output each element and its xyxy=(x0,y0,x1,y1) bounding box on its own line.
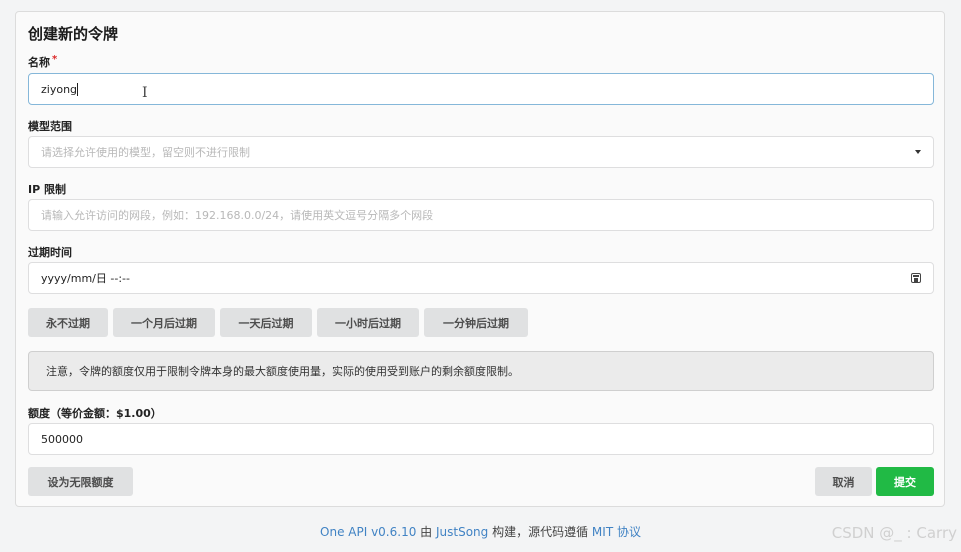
ibeam-cursor-icon: I xyxy=(142,85,148,101)
page-title: 创建新的令牌 xyxy=(28,25,119,43)
required-mark: * xyxy=(52,54,58,65)
ip-label: IP 限制 xyxy=(28,183,66,196)
quota-value: 500000 xyxy=(41,432,83,446)
one-minute-expire-button[interactable]: 一分钟后过期 xyxy=(424,308,528,337)
text-caret xyxy=(77,82,79,96)
quota-notice: 注意，令牌的额度仅用于限制令牌本身的最大额度使用量，实际的使用受到账户的剩余额度… xyxy=(28,351,934,391)
models-select[interactable]: 请选择允许使用的模型，留空则不进行限制 xyxy=(28,136,934,168)
quota-label: 额度（等价金额：$1.00） xyxy=(28,407,162,420)
one-day-expire-button[interactable]: 一天后过期 xyxy=(220,308,312,337)
product-link[interactable]: One API v0.6.10 xyxy=(320,525,416,539)
submit-button[interactable]: 提交 xyxy=(876,467,934,496)
one-hour-expire-button[interactable]: 一小时后过期 xyxy=(317,308,419,337)
footer-built: 构建，源代码遵循 xyxy=(488,525,592,539)
expire-label: 过期时间 xyxy=(28,246,72,259)
expire-datetime-input[interactable]: yyyy/mm/日 --:-- xyxy=(28,262,934,294)
create-token-card: 创建新的令牌 名称 * ziyong I 模型范围 请选择允许使用的模型，留空则不… xyxy=(15,11,945,507)
name-label: 名称 * xyxy=(28,54,58,69)
quota-input[interactable]: 500000 xyxy=(28,423,934,455)
calendar-icon[interactable] xyxy=(911,273,921,283)
name-input[interactable]: ziyong I xyxy=(28,73,934,105)
dropdown-arrow-icon[interactable] xyxy=(915,150,921,154)
ip-input[interactable]: 请输入允许访问的网段，例如：192.168.0.0/24，请使用英文逗号分隔多个… xyxy=(28,199,934,231)
license-link[interactable]: MIT 协议 xyxy=(592,525,641,539)
footer-by: 由 xyxy=(416,525,436,539)
models-label: 模型范围 xyxy=(28,120,72,133)
watermark: CSDN @_ : Carry xyxy=(831,524,957,542)
cancel-button[interactable]: 取消 xyxy=(815,467,872,496)
ip-placeholder: 请输入允许访问的网段，例如：192.168.0.0/24，请使用英文逗号分隔多个… xyxy=(41,209,434,222)
author-link[interactable]: JustSong xyxy=(436,525,488,539)
never-expire-button[interactable]: 永不过期 xyxy=(28,308,108,337)
footer: One API v0.6.10 由 JustSong 构建，源代码遵循 MIT … xyxy=(0,523,961,540)
models-placeholder: 请选择允许使用的模型，留空则不进行限制 xyxy=(41,146,250,159)
unlimited-quota-button[interactable]: 设为无限额度 xyxy=(28,467,133,496)
expire-value: yyyy/mm/日 --:-- xyxy=(41,272,130,285)
one-month-expire-button[interactable]: 一个月后过期 xyxy=(113,308,215,337)
name-value: ziyong xyxy=(41,82,78,96)
